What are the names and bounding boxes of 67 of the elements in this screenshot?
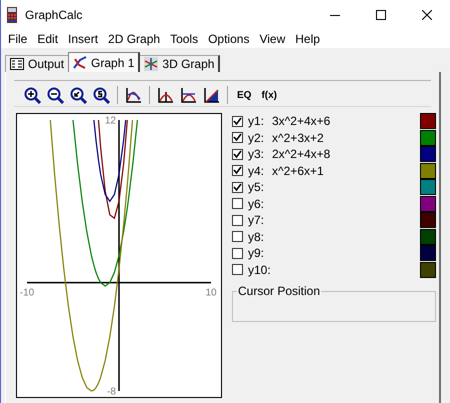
menu-item[interactable]: View [254,32,290,46]
axis-label: 12 [104,116,116,126]
calculator-icon [7,7,17,23]
equation-text[interactable]: 3x^2+4x+6 [272,114,420,128]
function-label: y9: [248,246,266,260]
function-label: y5: [248,180,266,194]
equation-text[interactable]: x^2+3x+2 [272,130,420,145]
equation-text[interactable]: x^2+6x+1 [272,164,420,178]
color-swatch[interactable] [420,245,436,262]
zoom-back-icon[interactable] [70,86,87,104]
toolbar-button[interactable]: EQ [235,90,254,100]
checkbox[interactable] [232,132,243,144]
axis-label: -8 [107,386,116,397]
menu-item[interactable]: File [3,32,32,46]
checkbox[interactable] [232,198,243,210]
graph-area-icon[interactable] [125,86,142,104]
checkbox[interactable] [232,116,243,127]
list-icon [10,57,24,71]
checkbox[interactable] [232,214,243,226]
graph-axes-icon[interactable] [157,86,174,104]
checkbox[interactable] [232,231,243,242]
function-label: y4: [248,164,266,178]
color-swatch[interactable] [420,228,436,245]
function-label: y3: [248,147,266,162]
checkbox[interactable] [232,182,243,193]
color-swatch[interactable] [420,196,436,212]
function-label: y10: [248,262,272,277]
zoom-out-icon[interactable] [47,86,64,104]
maximize-icon [376,10,386,20]
function-label: y7: [248,213,266,228]
tab[interactable]: Output [5,55,70,72]
color-swatch[interactable] [420,130,436,146]
checkbox[interactable] [232,248,243,259]
color-swatch[interactable] [420,162,436,179]
color-swatch[interactable] [420,212,436,228]
menu-item[interactable]: Tools [165,32,204,46]
axis-label: 10 [205,288,217,299]
zoom-standard-icon[interactable] [93,86,110,104]
axis-label: -10 [20,288,34,299]
color-swatch[interactable] [420,179,436,196]
checkbox[interactable] [232,148,243,160]
zoom-in-icon[interactable] [24,86,41,104]
equation-text[interactable]: 2x^2+4x+8 [272,147,420,162]
graph-icon [73,56,88,70]
window-title: GraphCalc [25,8,82,22]
menu-item[interactable]: Options [203,32,254,46]
function-label: y8: [248,230,266,244]
function-label: y1: [248,114,266,128]
graph-curve-icon[interactable] [180,86,197,104]
toolbar-button[interactable]: f(x) [259,90,280,100]
color-swatch[interactable] [420,146,436,162]
function-label: y6: [248,196,266,211]
tab[interactable]: Graph 1 [68,52,140,72]
menu-item[interactable]: Help [290,32,325,46]
menu-item[interactable]: Insert [63,32,104,46]
tab[interactable]: 3D Graph [139,55,220,72]
graph-fill-icon[interactable] [203,86,220,104]
menu-item[interactable]: 2D Graph [103,32,166,46]
close-icon [422,10,432,20]
axes-3d-icon [144,57,158,71]
function-label: y2: [248,130,266,145]
color-swatch[interactable] [420,262,436,278]
checkbox[interactable] [232,165,243,176]
group-title: Cursor Position [237,284,322,298]
menu-item[interactable]: Edit [32,32,64,46]
color-swatch[interactable] [420,113,436,130]
checkbox[interactable] [232,264,243,276]
